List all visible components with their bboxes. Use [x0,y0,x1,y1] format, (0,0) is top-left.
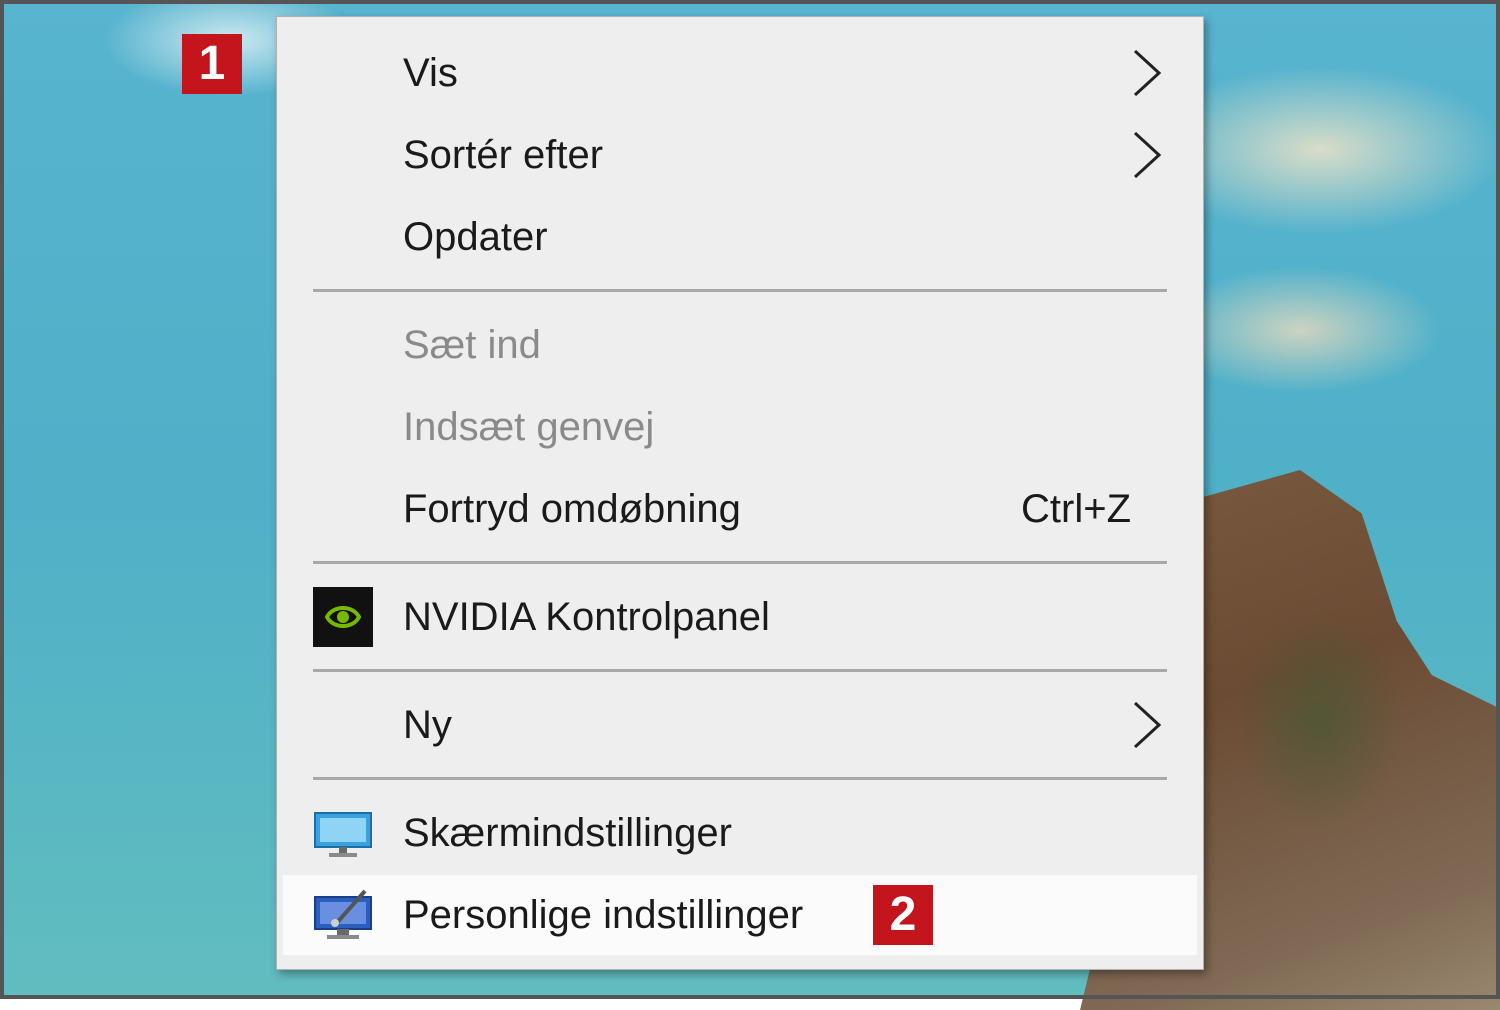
menu-item-shortcut: Ctrl+Z [1021,486,1131,531]
display-icon [314,812,372,857]
menu-item-vis[interactable]: Vis [283,33,1197,113]
menu-item-opdater[interactable]: Opdater [283,197,1197,277]
chevron-right-icon [1133,49,1162,97]
step-badge-2: 2 [873,885,933,945]
personalize-icon [314,889,372,939]
menu-item-skaermindstillinger[interactable]: Skærmindstillinger [283,793,1197,873]
menu-item-label: NVIDIA Kontrolpanel [403,594,770,639]
menu-item-label: Sortér efter [403,132,604,177]
menu-item-personlige-indstillinger[interactable]: Personlige indstillinger 2 [283,875,1197,955]
menu-separator [313,669,1167,672]
menu-item-label: Ny [403,702,452,747]
nvidia-icon [313,587,373,647]
menu-item-label: Skærmindstillinger [403,810,732,855]
menu-item-saet-ind: Sæt ind [283,305,1197,385]
menu-item-label: Fortryd omdøbning [403,486,741,531]
step-badge-1: 1 [182,34,242,94]
menu-item-label: Indsæt genvej [403,404,655,449]
menu-item-label: Sæt ind [403,322,541,367]
menu-item-fortryd-omdobning[interactable]: Fortryd omdøbning Ctrl+Z [283,469,1197,549]
menu-separator [313,777,1167,780]
menu-item-label: Vis [403,50,458,95]
menu-item-label: Opdater [403,214,548,259]
menu-item-indsaet-genvej: Indsæt genvej [283,387,1197,467]
menu-item-label: Personlige indstillinger [403,892,804,937]
menu-item-sorter-efter[interactable]: Sortér efter [283,115,1197,195]
menu-separator [313,561,1167,564]
desktop-context-menu: Vis Sortér efter Opdater Sæt ind Indsæt … [276,16,1204,970]
menu-item-nvidia-kontrolpanel[interactable]: NVIDIA Kontrolpanel [283,577,1197,657]
chevron-right-icon [1133,701,1162,749]
menu-separator [313,289,1167,292]
chevron-right-icon [1133,131,1162,179]
menu-item-ny[interactable]: Ny [283,685,1197,765]
